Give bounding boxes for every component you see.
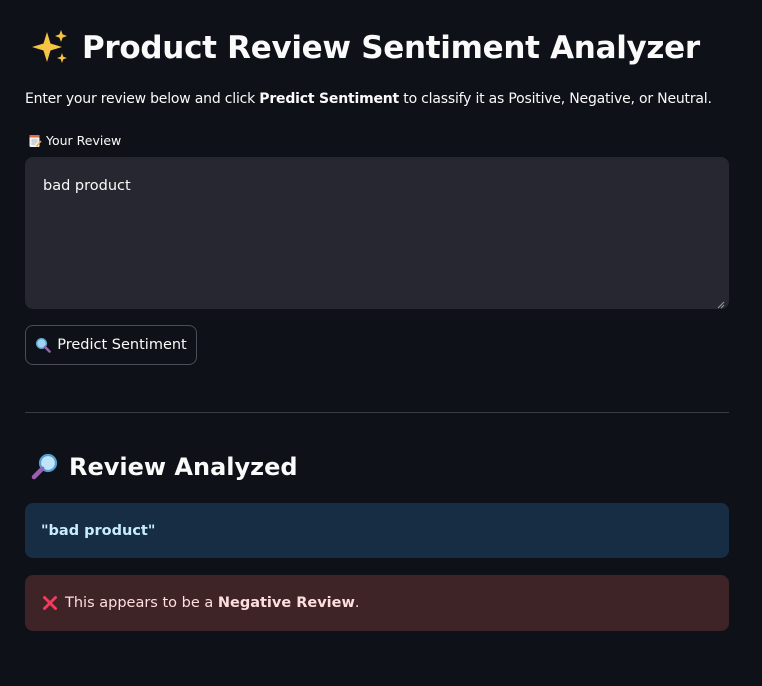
sentiment-message-suffix: . — [354, 595, 360, 611]
sentiment-message: This appears to be a Negative Review. — [65, 595, 360, 611]
memo-icon — [28, 134, 42, 148]
review-textarea[interactable]: bad product — [25, 157, 729, 309]
analyzed-review-text: "bad product" — [41, 522, 156, 539]
magnifier-icon — [35, 337, 52, 353]
intro-suffix: to classify it as Positive, Negative, or… — [399, 91, 712, 107]
results-heading-text: Review Analyzed — [69, 453, 298, 481]
cross-mark-icon — [41, 594, 59, 612]
intro-prefix: Enter your review below and click — [25, 91, 260, 107]
review-field-label-text: Your Review — [46, 133, 122, 148]
predict-sentiment-button[interactable]: Predict Sentiment — [25, 325, 197, 365]
section-divider — [25, 412, 729, 413]
page-title-text: Product Review Sentiment Analyzer — [82, 30, 700, 66]
results-heading: Review Analyzed — [30, 452, 298, 482]
resize-handle-icon[interactable] — [717, 297, 725, 309]
predict-sentiment-label: Predict Sentiment — [57, 337, 187, 353]
sparkles-icon — [30, 28, 70, 68]
app-page: Product Review Sentiment Analyzer Enter … — [0, 0, 762, 686]
magnifying-glass-icon — [30, 452, 60, 482]
analyzed-review-box: "bad product" — [25, 503, 729, 558]
sentiment-label: Negative Review — [217, 595, 355, 611]
sentiment-message-prefix: This appears to be a — [65, 595, 218, 611]
intro-text: Enter your review below and click Predic… — [25, 91, 712, 107]
sentiment-result-box: This appears to be a Negative Review. — [25, 575, 729, 631]
review-textarea-value: bad product — [43, 178, 131, 194]
review-field-label: Your Review — [28, 133, 121, 148]
page-title: Product Review Sentiment Analyzer — [30, 28, 700, 68]
intro-emphasis: Predict Sentiment — [259, 91, 400, 107]
